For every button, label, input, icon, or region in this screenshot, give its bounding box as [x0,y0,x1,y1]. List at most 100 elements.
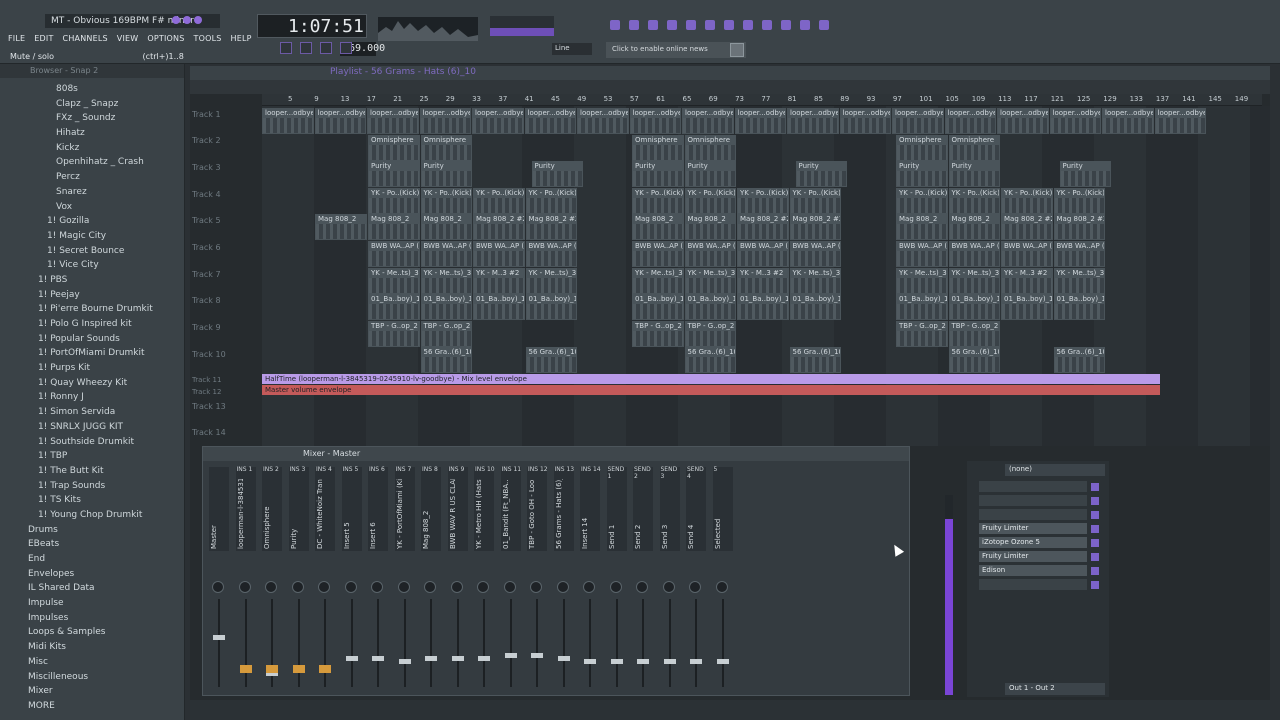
fx-slot[interactable]: iZotope Ozone 5 [979,537,1087,548]
playlist-clip[interactable]: looper...odbye [1049,108,1101,134]
browser-folder[interactable]: Impulse [0,596,185,611]
playlist-clip[interactable]: YK - Po..(Kick) [525,187,577,214]
route-button[interactable] [239,665,252,673]
save-icon[interactable] [724,20,734,30]
mixer-track[interactable]: INS 7 YK - PortOfMiami (Kick) [393,465,417,695]
pan-knob-icon[interactable] [371,581,383,593]
menu-help[interactable]: HELP [231,34,252,43]
fx-slot-toggle-icon[interactable] [1091,511,1099,519]
pan-knob-icon[interactable] [212,581,224,593]
mixer-track-name[interactable]: YK - PortOfMiami (Kick) [396,479,414,549]
browser-folder[interactable]: Vox [0,200,185,215]
playlist-clip[interactable]: Mag 808_2 #2 [737,214,789,241]
browser-folder[interactable]: 1! Vice City [0,258,185,273]
pan-knob-icon[interactable] [662,581,675,593]
browser-folder[interactable]: 1! PortOfMiami Drumkit [0,346,185,361]
fx-slot[interactable]: Fruity Limiter [979,523,1087,534]
playlist-clip[interactable]: TBP - G..op_2 [896,320,948,347]
playlist-clip[interactable]: looper...odbye [944,108,996,134]
stop-icon[interactable] [320,42,332,54]
playlist-clip[interactable]: BWB WA..AP (7) [1001,241,1053,267]
menu-options[interactable]: OPTIONS [147,34,184,43]
pan-knob-icon[interactable] [450,581,463,593]
playlist-clip[interactable]: Mag 808_2 [420,214,472,241]
playlist-clip[interactable]: Purity [896,161,948,188]
pan-knob-icon[interactable] [238,581,251,593]
playlist-clip[interactable]: looper...odbye [577,108,629,134]
mixer-track-name[interactable]: Insert 6 [369,479,387,549]
playlist-clip[interactable]: 01_Ba..boy)_1 [1001,294,1053,321]
mixer-track[interactable]: INS 11 01_Bandit (Ft_NBA...) [499,465,523,695]
playlist-clip[interactable]: looper...odbye [734,108,786,134]
playlist-clip[interactable]: Omnisphere [948,134,1000,161]
mixer-track[interactable]: INS 5 Insert 5 [340,465,364,695]
browser-folder[interactable]: 1! Secret Bounce [0,244,185,259]
playlist-clip[interactable]: Mag 808_2 #2 [525,214,577,241]
browser-folder[interactable]: 1! Gozilla [0,214,185,229]
channel-rack-icon[interactable] [648,20,658,30]
track-label[interactable]: Track 14 [192,428,226,437]
playlist-clip[interactable]: Omnisphere [420,134,472,161]
mixer-track[interactable]: 5 Selected [711,465,735,695]
mixer-track-name[interactable]: Send 3 [661,479,679,549]
pan-knob-icon[interactable] [715,581,728,593]
pan-knob-icon[interactable] [556,581,569,593]
pan-knob-icon[interactable] [636,581,648,593]
playlist-clip[interactable]: 01_Ba..boy)_1 [896,294,948,321]
playlist-clip[interactable]: TBP - G..op_2 [948,320,1000,347]
playlist-clip[interactable]: looper...odbye [419,108,471,134]
playlist-clip[interactable]: 56 Gra..(6)_10 [1053,347,1105,374]
playlist-clip[interactable]: BWB WA..AP (7) [632,241,684,267]
playlist-clip[interactable]: 56 Gra..(6)_10 [789,347,841,374]
playlist-clip[interactable]: YK - M..3 #2 [737,267,789,294]
mixer-track[interactable]: SEND 2 Send 2 [631,465,655,695]
playlist-clip[interactable]: YK - Po..(Kick) [896,187,948,214]
download-icon[interactable] [781,20,791,30]
playlist-clip[interactable]: YK - Po..(Kick) [1001,187,1053,214]
browser-folder[interactable]: MORE [0,699,185,714]
playlist-clip[interactable]: Mag 808_2 [632,214,684,241]
browser-icon[interactable] [686,20,696,30]
volume-fader[interactable] [345,656,358,661]
playlist-clip[interactable]: 01_Ba..boy)_1 [525,294,577,321]
volume-fader[interactable] [531,653,543,658]
playlist-clip[interactable]: Mag 808_2 #2 [1001,214,1053,241]
playlist-clip[interactable]: YK - Po..(Kick) [632,187,684,214]
volume-fader[interactable] [610,659,623,664]
playlist-clip[interactable]: YK - Me..ts)_3 [684,267,736,294]
track-label[interactable]: Track 3 [192,163,221,172]
playlist-clip[interactable]: 01_Ba..boy)_1 [473,294,525,321]
mixer-track[interactable]: SEND 1 Send 1 [605,465,629,695]
pan-knob-icon[interactable] [291,581,304,593]
pan-knob-icon[interactable] [397,581,410,593]
route-button[interactable] [292,665,305,673]
maximize-icon[interactable] [183,16,191,24]
brush-icon[interactable] [762,20,772,30]
playlist-clip[interactable]: BWB WA..AP (7) [948,241,1000,267]
disk-icon[interactable] [800,20,810,30]
mixer-track[interactable]: INS 2 Omnisphere [260,465,284,695]
browser-folder[interactable]: 808s [0,82,185,97]
output-selector[interactable]: Out 1 - Out 2 [1005,683,1105,695]
fx-slot[interactable] [979,481,1087,492]
browser-folder[interactable]: Percz [0,170,185,185]
playlist-clip[interactable]: 01_Ba..boy)_1 [789,294,841,321]
track-label[interactable]: Track 13 [192,402,226,411]
fx-slot-toggle-icon[interactable] [1091,525,1099,533]
playlist-clip[interactable]: YK - M..3 #2 [473,267,525,294]
browser-folder[interactable]: 1! Peejay [0,288,185,303]
playlist-clip[interactable]: looper...odbye [314,108,366,134]
online-news-panel[interactable]: Click to enable online news [606,42,746,58]
playlist-clip[interactable]: Mag 808_2 #2 [789,214,841,241]
render-icon[interactable] [743,20,753,30]
playlist-clip[interactable]: Purity [531,161,583,188]
browser-folder[interactable]: 1! Popular Sounds [0,332,185,347]
menu-view[interactable]: VIEW [117,34,139,43]
playlist-clip[interactable]: YK - Po..(Kick) [420,187,472,214]
track-label[interactable]: Track 10 [192,350,226,359]
playlist-clip[interactable]: Purity [948,161,1000,188]
playlist-clip[interactable]: BWB WA..AP (7) [896,241,948,267]
playlist-clip[interactable]: 01_Ba..boy)_1 [737,294,789,321]
playlist-clip[interactable]: 01_Ba..boy)_1 [368,294,420,321]
playlist-clip[interactable]: Omnisphere [684,134,736,161]
